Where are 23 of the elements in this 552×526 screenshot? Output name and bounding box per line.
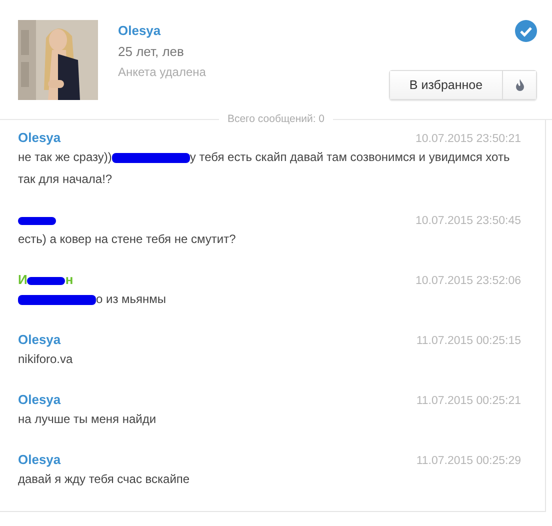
author-name: И н [18,272,74,287]
message-time: 10.07.2015 23:50:21 [415,133,521,145]
message-time: 11.07.2015 00:25:29 [416,455,521,467]
message-time: 11.07.2015 00:25:21 [416,395,521,407]
message-time: 10.07.2015 23:50:45 [415,215,521,227]
message-text: на лучше ты меня найди [18,411,158,428]
author-name: Olesya [18,452,61,467]
message-time: 10.07.2015 23:52:06 [415,275,521,287]
total-messages: Всего сообщений: 0 [219,113,333,125]
favorite-button[interactable]: В избранное [390,71,502,99]
author-name: Olesya [18,392,61,407]
message-time: 11.07.2015 00:25:15 [416,335,521,347]
flame-icon [514,79,524,91]
profile-status: Анкета удалена [118,65,206,79]
profile-details: 25 лет, лев [118,44,185,59]
message-text: nikiforo.va [18,351,74,368]
message-text: есть) а ковер на стене тебя не смутит? [18,231,237,248]
message-text: не так же сразу)) у тебя есть скайп давай там созвонимся и увидимся хоть так для начала!? [18,149,511,188]
fire-button[interactable] [502,71,536,99]
author-name: Olesya [18,332,61,347]
author-name: Olesya [18,130,61,145]
message-text: о из мьянмы [18,288,521,310]
message-text: давай я жду тебя счас вскайпе [18,471,191,488]
